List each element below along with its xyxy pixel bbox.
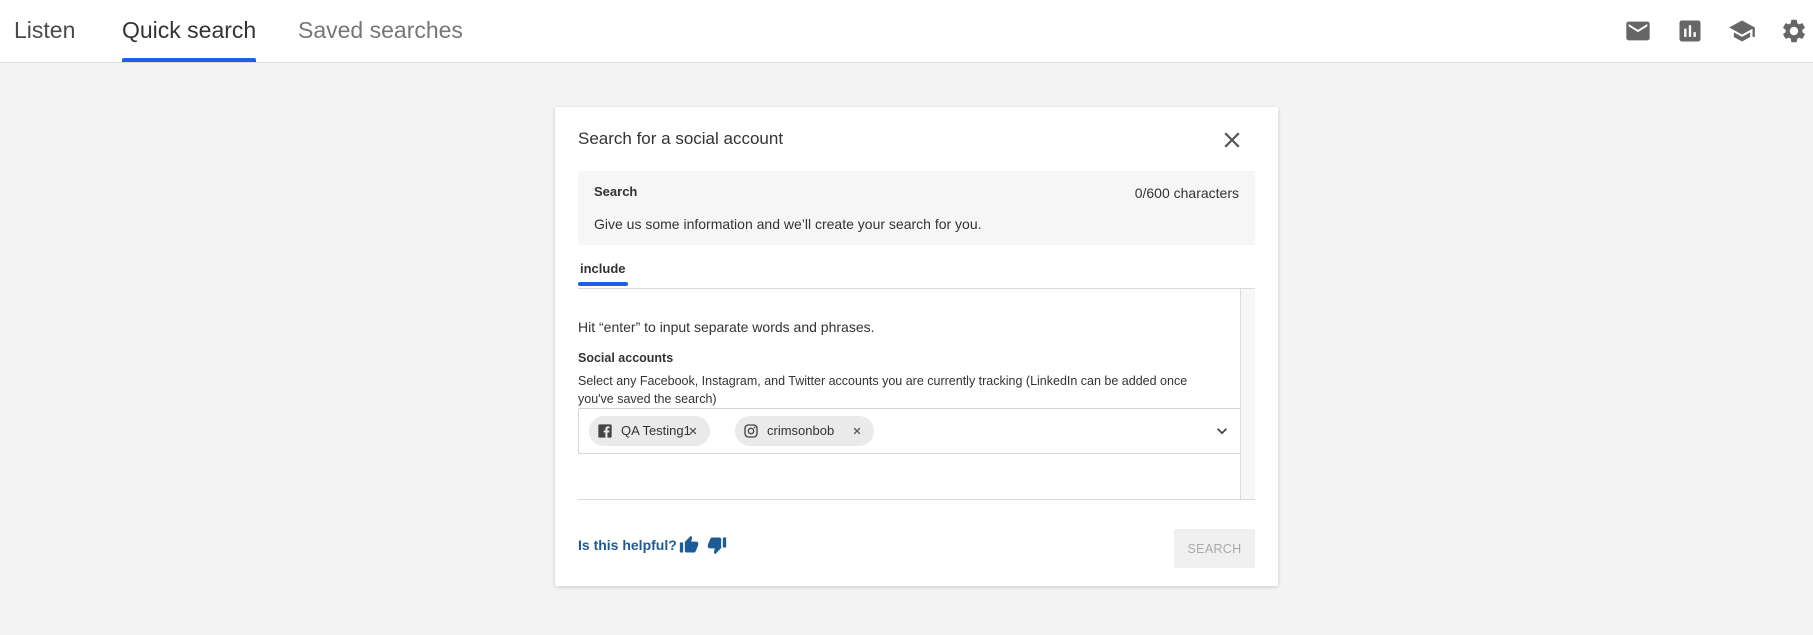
character-count: 0/600 characters bbox=[1134, 185, 1239, 201]
facebook-icon bbox=[598, 424, 612, 438]
search-modal: Search for a social account Search 0/600… bbox=[555, 107, 1278, 586]
tab-listen[interactable]: Listen bbox=[14, 0, 75, 62]
gear-icon[interactable] bbox=[1780, 17, 1808, 45]
analytics-icon[interactable] bbox=[1676, 17, 1704, 45]
remove-chip-icon[interactable] bbox=[849, 423, 865, 439]
include-panel: Hit “enter” to input separate words and … bbox=[578, 289, 1255, 500]
school-icon[interactable] bbox=[1728, 17, 1756, 45]
close-icon[interactable] bbox=[1219, 127, 1245, 153]
social-accounts-description: Select any Facebook, Instagram, and Twit… bbox=[578, 374, 1188, 406]
social-accounts-select[interactable]: QA Testing1 crimsonbob bbox=[578, 408, 1241, 454]
account-chip-label: QA Testing1 bbox=[621, 423, 691, 438]
search-info-description: Give us some information and we’ll creat… bbox=[594, 216, 982, 232]
account-chip-label: crimsonbob bbox=[767, 423, 835, 438]
tab-quick-search[interactable]: Quick search bbox=[122, 0, 257, 62]
tab-saved-searches[interactable]: Saved searches bbox=[298, 0, 463, 62]
thumbs-down-icon[interactable] bbox=[707, 535, 727, 555]
input-hint: Hit “enter” to input separate words and … bbox=[578, 319, 875, 335]
modal-title: Search for a social account bbox=[578, 129, 784, 148]
search-button[interactable]: SEARCH bbox=[1174, 529, 1255, 568]
search-info-box: Search 0/600 characters Give us some inf… bbox=[578, 171, 1255, 245]
thumbs-up-icon[interactable] bbox=[679, 535, 699, 555]
account-chip: QA Testing1 bbox=[589, 416, 710, 446]
instagram-icon bbox=[744, 424, 758, 438]
remove-chip-icon[interactable] bbox=[685, 423, 701, 439]
top-nav: Listen Quick search Saved searches bbox=[0, 0, 1813, 63]
account-chip: crimsonbob bbox=[735, 416, 874, 446]
social-accounts-label: Social accounts bbox=[578, 351, 674, 365]
panel-scrollbar[interactable] bbox=[1240, 289, 1255, 499]
helpful-prompt: Is this helpful? bbox=[578, 537, 677, 553]
chevron-down-icon[interactable] bbox=[1212, 421, 1232, 441]
tab-include[interactable]: include bbox=[578, 261, 628, 286]
mail-icon[interactable] bbox=[1624, 17, 1652, 45]
search-info-title: Search bbox=[594, 184, 638, 199]
